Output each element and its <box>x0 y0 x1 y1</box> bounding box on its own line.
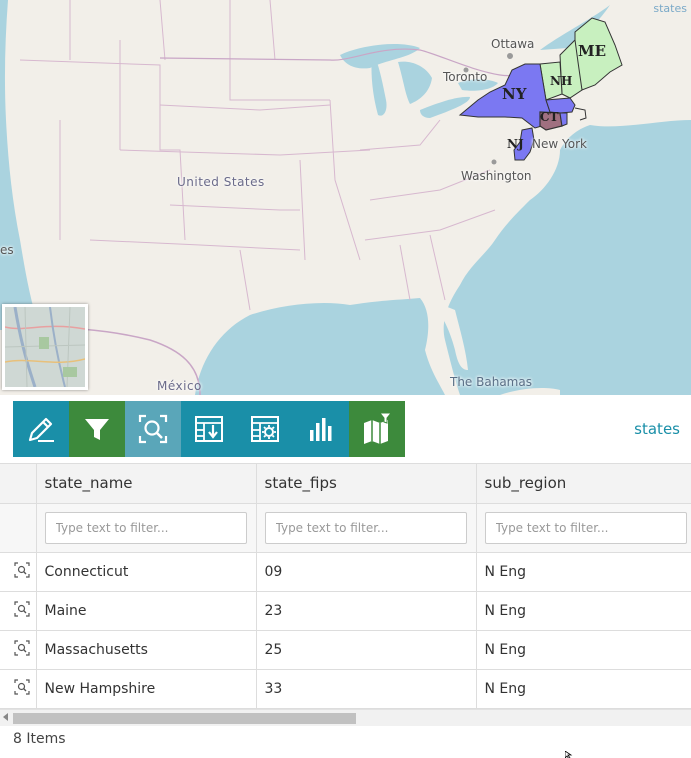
cell-state-fips: 23 <box>256 591 477 631</box>
state-label-me: ME <box>578 42 607 60</box>
row-zoom-cell <box>0 552 37 592</box>
filter-cell-state-fips <box>256 503 477 553</box>
item-count: 8 Items <box>13 731 66 747</box>
column-header-sub-region[interactable]: sub_region <box>476 464 691 504</box>
mouse-cursor-icon <box>565 751 573 758</box>
table-row[interactable]: New Hampshire 33 N Eng <box>0 669 691 709</box>
country-label-united-states: United States <box>177 175 265 189</box>
map-view[interactable]: states Ottawa Toronto New York Washingto… <box>0 0 691 395</box>
cell-state-name: Massachusetts <box>36 630 257 670</box>
horizontal-scrollbar[interactable] <box>0 709 691 726</box>
scrollbar-thumb[interactable] <box>13 713 356 724</box>
bar-chart-icon <box>310 418 332 441</box>
map-filter-button[interactable] <box>349 401 405 457</box>
edit-button[interactable] <box>13 401 69 457</box>
cell-state-name: Connecticut <box>36 552 257 592</box>
filter-input-sub-region[interactable] <box>484 511 687 544</box>
header-zoom-column <box>0 464 37 504</box>
chart-button[interactable] <box>293 401 349 457</box>
row-zoom-cell <box>0 630 37 670</box>
table-footer: 8 Items <box>0 726 691 758</box>
minimap-thumbnail <box>5 307 85 387</box>
row-zoom-cell <box>0 669 37 709</box>
table-row[interactable]: Massachusetts 25 N Eng <box>0 630 691 670</box>
layer-name-link[interactable]: states <box>634 420 680 438</box>
table-settings-icon <box>251 416 279 442</box>
attribute-table: state_name state_fips sub_region Type te… <box>0 463 691 709</box>
export-table-button[interactable] <box>181 401 237 457</box>
cell-sub-region: N Eng <box>476 591 691 631</box>
header-row: state_name state_fips sub_region <box>0 464 691 504</box>
column-header-state-name[interactable]: state_name <box>36 464 257 504</box>
map-attribution: states <box>653 2 687 15</box>
city-label-toronto: Toronto <box>443 70 488 84</box>
cell-sub-region: N Eng <box>476 669 691 709</box>
table-row[interactable]: Maine 23 N Eng <box>0 591 691 631</box>
row-zoom-cell <box>0 591 37 631</box>
state-label-ny: NY <box>502 85 527 103</box>
filter-zoom-cell <box>0 503 37 553</box>
cell-sub-region: N Eng <box>476 630 691 670</box>
cell-state-fips: 33 <box>256 669 477 709</box>
filter-button[interactable] <box>69 401 125 457</box>
table-row[interactable]: Connecticut 09 N Eng <box>0 552 691 592</box>
pencil-icon <box>28 417 54 442</box>
attribute-table-toolbar: states <box>0 395 691 462</box>
filter-cell-state-name <box>36 503 257 553</box>
zoom-to-feature-icon[interactable] <box>14 600 30 617</box>
column-header-state-fips[interactable]: state_fips <box>256 464 477 504</box>
city-label-washington: Washington <box>461 169 532 183</box>
zoom-to-selection-icon <box>138 414 168 444</box>
table-download-icon <box>195 416 223 442</box>
filter-input-state-fips[interactable] <box>264 511 467 544</box>
cell-state-name: New Hampshire <box>36 669 257 709</box>
cell-state-fips: 09 <box>256 552 477 592</box>
table-options-button[interactable] <box>237 401 293 457</box>
city-label-ottawa: Ottawa <box>491 37 535 51</box>
state-label-nj: NJ <box>507 137 524 151</box>
overview-minimap[interactable] <box>2 304 88 390</box>
scroll-left-arrow-icon[interactable] <box>3 713 8 721</box>
country-label-bahamas: The Bahamas <box>450 375 532 389</box>
zoom-to-feature-icon[interactable] <box>14 561 30 578</box>
zoom-to-feature-icon[interactable] <box>14 678 30 695</box>
filter-row <box>0 503 691 553</box>
cell-sub-region: N Eng <box>476 552 691 592</box>
zoom-to-feature-icon[interactable] <box>14 639 30 656</box>
state-label-nh: NH <box>550 74 573 88</box>
edge-label: es <box>0 243 14 257</box>
map-filter-icon <box>364 412 393 444</box>
city-label-new-york: New York <box>532 137 587 151</box>
cell-state-name: Maine <box>36 591 257 631</box>
filter-input-state-name[interactable] <box>44 511 247 544</box>
filter-icon <box>85 419 109 440</box>
filter-cell-sub-region <box>476 503 691 553</box>
country-label-mexico: México <box>157 379 202 393</box>
cell-state-fips: 25 <box>256 630 477 670</box>
zoom-to-selection-button[interactable] <box>125 401 181 457</box>
state-label-ct: CT <box>540 110 559 124</box>
